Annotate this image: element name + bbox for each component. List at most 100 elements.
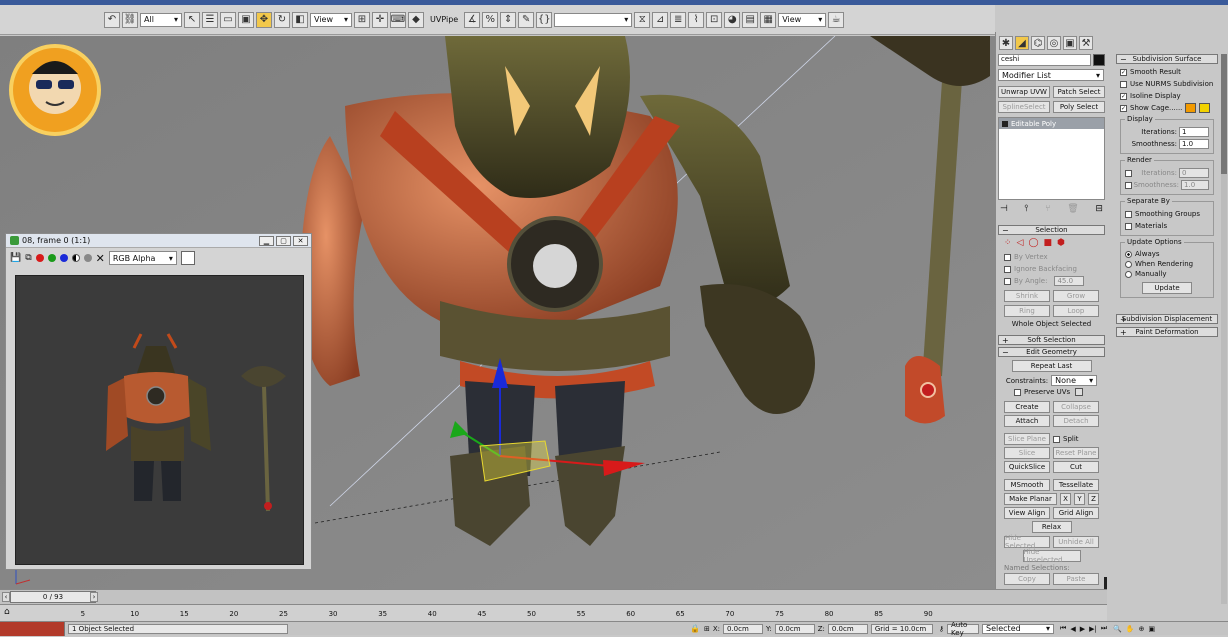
red-channel-icon[interactable] — [35, 254, 44, 262]
x-coordinate-field[interactable]: 0.0cm — [723, 623, 763, 634]
quick-render-icon[interactable]: ☕ — [828, 11, 845, 28]
utilities-tab-icon[interactable]: ⚒ — [1079, 36, 1093, 50]
motion-tab-icon[interactable]: ◎ — [1047, 36, 1061, 50]
paint-deformation-rollout-header[interactable]: Paint Deformation — [1116, 327, 1218, 337]
command-panel-scrollbar[interactable] — [1221, 54, 1227, 604]
soft-selection-rollout-header[interactable]: Soft Selection — [998, 335, 1105, 345]
hierarchy-tab-icon[interactable]: ⌬ — [1031, 36, 1045, 50]
uvpipe-label[interactable]: UVPipe — [426, 15, 462, 24]
mirror-icon[interactable]: ⧖ — [634, 11, 651, 28]
curve-editor-icon[interactable]: ⌇ — [688, 11, 705, 28]
configure-modifier-sets-icon[interactable]: ⊟ — [1095, 204, 1103, 214]
element-mode-icon[interactable]: ⬢ — [1057, 238, 1065, 248]
always-radio[interactable]: Always — [1125, 249, 1209, 259]
collapse-button[interactable]: Collapse — [1053, 401, 1099, 413]
select-by-name-icon[interactable]: ☰ — [202, 11, 218, 28]
grid-align-button[interactable]: Grid Align — [1053, 507, 1099, 519]
preserve-uvs-checkbox[interactable]: Preserve UVs — [1004, 386, 1099, 398]
link-icon[interactable]: ⛓ — [122, 11, 138, 28]
lock-selection-icon[interactable]: 🔒 — [690, 624, 700, 633]
rotate-icon[interactable]: ↻ — [274, 11, 290, 28]
materials-checkbox[interactable]: Materials — [1125, 220, 1209, 232]
next-frame-icon[interactable]: › — [90, 592, 98, 602]
display-smoothness-spinner[interactable]: 1.0 — [1179, 139, 1209, 149]
edit-geometry-rollout-header[interactable]: Edit Geometry — [998, 347, 1105, 357]
when-rendering-radio[interactable]: When Rendering — [1125, 259, 1209, 269]
blue-channel-icon[interactable] — [59, 254, 68, 262]
select-manipulate-icon[interactable]: ✛ — [372, 11, 388, 28]
hide-unselected-button[interactable]: Hide Unselected — [1022, 548, 1081, 564]
cage-color-swatch-1[interactable] — [1185, 103, 1197, 113]
render-window-titlebar[interactable]: 08, frame 0 (1:1) ▁ ▢ ✕ — [6, 234, 311, 248]
prev-frame-icon[interactable]: ‹ — [2, 592, 10, 602]
unhide-all-button[interactable]: Unhide All — [1053, 536, 1099, 548]
clear-icon[interactable]: ✕ — [96, 252, 105, 265]
show-end-result-icon[interactable]: ⫯ — [1025, 204, 1029, 214]
shrink-button[interactable]: Shrink — [1004, 290, 1050, 302]
alpha-channel-icon[interactable] — [71, 254, 80, 262]
show-cage-checkbox[interactable]: ✓ Show Cage...... — [1120, 102, 1214, 114]
relax-button[interactable]: Relax — [1031, 521, 1072, 533]
expand-icon[interactable] — [1002, 120, 1008, 127]
border-mode-icon[interactable]: ◯ — [1028, 238, 1038, 248]
object-name-field[interactable]: ceshi — [998, 54, 1091, 66]
grow-button[interactable]: Grow — [1053, 290, 1099, 302]
selection-filter-dropdown[interactable]: All ▾ — [140, 12, 182, 27]
smoothing-groups-checkbox[interactable]: Smoothing Groups — [1125, 208, 1209, 220]
zoom-icon[interactable]: 🔍 — [1113, 625, 1122, 633]
create-button[interactable]: Create — [1004, 401, 1050, 413]
use-nurms-checkbox[interactable]: Use NURMS Subdivision — [1120, 78, 1214, 90]
previous-frame-icon[interactable]: ◀ — [1070, 625, 1075, 633]
pan-icon[interactable]: ✋ — [1126, 625, 1135, 633]
by-angle-checkbox[interactable]: By Angle: 45.0 — [998, 275, 1105, 287]
absolute-mode-icon[interactable]: ⊞ — [704, 625, 710, 633]
render-smoothness-spinner[interactable]: 1.0 — [1181, 180, 1209, 190]
maximize-viewport-icon[interactable]: ▣ — [1148, 625, 1155, 633]
next-frame-button-icon[interactable]: ▶| — [1089, 625, 1097, 633]
subdivision-displacement-rollout-header[interactable]: Subdivision Displacement — [1116, 314, 1218, 324]
cage-color-swatch-2[interactable] — [1199, 103, 1211, 113]
stack-item-editable-poly[interactable]: Editable Poly — [999, 118, 1104, 129]
play-icon[interactable]: ▶ — [1080, 625, 1085, 633]
planar-x-button[interactable]: X — [1060, 493, 1071, 505]
create-tab-icon[interactable]: ✱ — [999, 36, 1013, 50]
constraints-dropdown[interactable]: None ▾ — [1051, 375, 1098, 386]
select-object-icon[interactable]: ↖ — [184, 11, 200, 28]
track-bar[interactable]: ⌂ 5 10 15 20 25 30 35 40 45 50 55 60 65 70 75 80 85 90 — [0, 604, 1107, 621]
display-tab-icon[interactable]: ▣ — [1063, 36, 1077, 50]
display-iterations-spinner[interactable]: 1 — [1179, 127, 1209, 137]
close-icon[interactable]: ✕ — [293, 235, 308, 246]
time-slider-thumb[interactable]: 0 / 93 — [10, 591, 96, 603]
planar-y-button[interactable]: Y — [1074, 493, 1085, 505]
slice-plane-button[interactable]: Slice Plane — [1004, 433, 1050, 445]
msmooth-button[interactable]: MSmooth — [1004, 479, 1050, 491]
maximize-icon[interactable]: ▢ — [276, 235, 291, 246]
remove-modifier-icon[interactable]: 🗑 — [1067, 204, 1078, 214]
detach-button[interactable]: Detach — [1053, 415, 1099, 427]
by-vertex-checkbox[interactable]: By Vertex — [998, 251, 1105, 263]
subdivision-surface-rollout-header[interactable]: Subdivision Surface — [1116, 54, 1218, 64]
rendered-frame-window[interactable]: 08, frame 0 (1:1) ▁ ▢ ✕ 💾 ⧉ ✕ RGB Alpha ▾ — [5, 233, 312, 570]
spline-select-button[interactable]: SplineSelect — [998, 101, 1050, 113]
edit-named-selection-icon[interactable]: ✎ — [518, 11, 535, 28]
pin-stack-icon[interactable]: ⊣ — [1000, 204, 1008, 214]
green-channel-icon[interactable] — [47, 254, 56, 262]
window-crossing-icon[interactable]: ▣ — [238, 11, 254, 28]
minimize-icon[interactable]: ▁ — [259, 235, 274, 246]
attach-button[interactable]: Attach — [1004, 415, 1050, 427]
edge-mode-icon[interactable]: ◁ — [1017, 238, 1024, 248]
vertex-mode-icon[interactable]: ⁘ — [1004, 238, 1012, 248]
time-slider[interactable]: ‹ 0 / 93 › — [0, 589, 1107, 604]
reset-plane-button[interactable]: Reset Plane — [1053, 447, 1099, 459]
keyboard-shortcut-icon[interactable]: ⌨ — [390, 11, 406, 28]
auto-key-button[interactable]: Auto Key — [947, 621, 980, 637]
key-icon[interactable]: ⚷ — [939, 625, 944, 633]
update-button[interactable]: Update — [1142, 282, 1192, 294]
tessellate-button[interactable]: Tessellate — [1053, 479, 1099, 491]
object-color-swatch[interactable] — [1093, 54, 1105, 66]
spinner-snap-icon[interactable]: ⇕ — [500, 11, 517, 28]
poly-select-button[interactable]: Poly Select — [1053, 101, 1105, 113]
mini-curve-editor-icon[interactable]: ⌂ — [4, 607, 10, 617]
save-image-icon[interactable]: 💾 — [10, 253, 21, 263]
align-icon[interactable]: ⊿ — [652, 11, 669, 28]
